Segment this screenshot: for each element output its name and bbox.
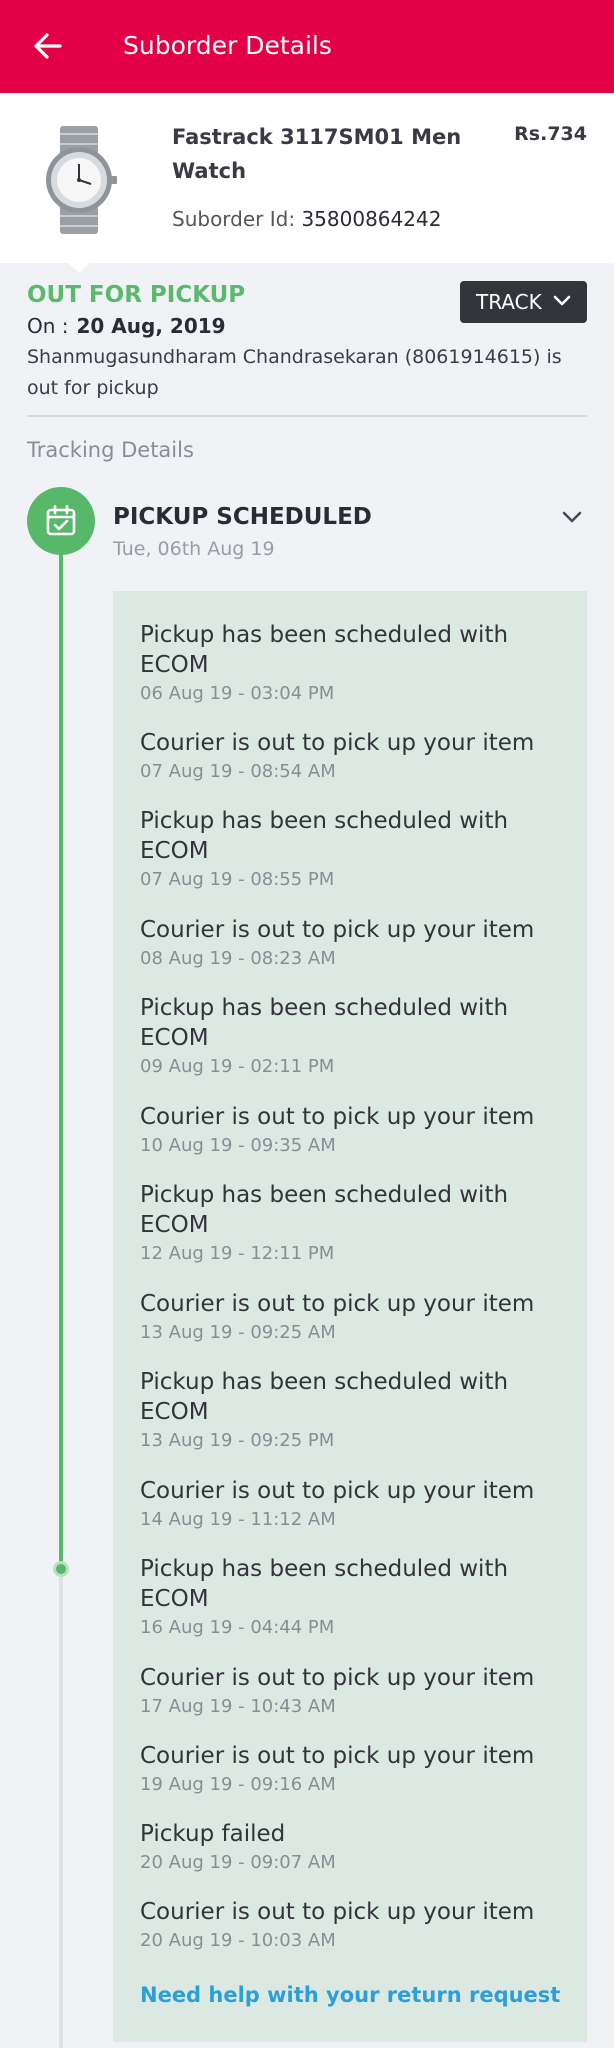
event-title: Courier is out to pick up your item — [140, 1899, 535, 1925]
milestone-date: Tue, 06th Aug 19 — [113, 538, 275, 560]
expand-chevron-icon[interactable] — [560, 505, 584, 533]
event-time: 20 Aug 19 - 09:07 AM — [140, 1852, 336, 1873]
event-time: 10 Aug 19 - 09:35 AM — [140, 1135, 336, 1156]
event-title: Pickup has been scheduled with ECOM — [140, 1369, 509, 1425]
tracking-event: Pickup has been scheduled with ECOM 12 A… — [140, 1180, 560, 1268]
event-time: 08 Aug 19 - 08:23 AM — [140, 948, 336, 969]
event-title: Courier is out to pick up your item — [140, 1743, 535, 1769]
status-title: OUT FOR PICKUP — [27, 282, 246, 308]
event-title: Courier is out to pick up your item — [140, 730, 535, 756]
card-pointer — [68, 263, 90, 273]
tracking-events-panel: Pickup has been scheduled with ECOM 06 A… — [113, 591, 587, 2042]
event-title: Courier is out to pick up your item — [140, 1478, 535, 1504]
event-title: Pickup failed — [140, 1821, 286, 1847]
event-time: 07 Aug 19 - 08:55 PM — [140, 869, 335, 890]
event-title: Pickup has been scheduled with ECOM — [140, 1182, 509, 1238]
calendar-check-icon — [46, 505, 76, 536]
tracking-event: Courier is out to pick up your item 17 A… — [140, 1663, 560, 1721]
return-help-link[interactable]: Need help with your return request — [140, 1980, 560, 2010]
track-button-label: TRACK — [476, 290, 542, 314]
status-on-date: 20 Aug, 2019 — [76, 314, 226, 338]
status-date: On : 20 Aug, 2019 — [27, 311, 226, 341]
event-time: 06 Aug 19 - 03:04 PM — [140, 683, 335, 704]
event-title: Pickup has been scheduled with ECOM — [140, 995, 509, 1051]
tracking-event: Pickup has been scheduled with ECOM 06 A… — [140, 620, 560, 708]
product-card: Fastrack 3117SM01 Men Watch Rs.734 Subor… — [0, 93, 614, 263]
divider — [27, 415, 587, 417]
chevron-down-icon — [553, 295, 571, 306]
event-title: Courier is out to pick up your item — [140, 1291, 535, 1317]
tracking-event: Courier is out to pick up your item 20 A… — [140, 1897, 560, 1955]
track-button[interactable]: TRACK — [460, 281, 587, 323]
event-time: 16 Aug 19 - 04:44 PM — [140, 1617, 335, 1638]
product-image[interactable] — [38, 126, 120, 234]
tracking-event: Pickup has been scheduled with ECOM 07 A… — [140, 806, 560, 894]
event-time: 13 Aug 19 - 09:25 AM — [140, 1322, 336, 1343]
milestone-title: PICKUP SCHEDULED — [113, 504, 372, 530]
suborder-id: Suborder Id: 35800864242 — [172, 205, 441, 233]
event-title: Courier is out to pick up your item — [140, 1665, 535, 1691]
product-name[interactable]: Fastrack 3117SM01 Men Watch — [172, 120, 472, 188]
back-arrow-icon[interactable] — [30, 28, 66, 64]
event-title: Pickup has been scheduled with ECOM — [140, 808, 509, 864]
event-time: 12 Aug 19 - 12:11 PM — [140, 1243, 335, 1264]
tracking-event: Pickup has been scheduled with ECOM 13 A… — [140, 1367, 560, 1455]
tracking-event: Courier is out to pick up your item 19 A… — [140, 1741, 560, 1799]
tracking-event: Pickup has been scheduled with ECOM 16 A… — [140, 1554, 560, 1642]
event-time: 20 Aug 19 - 10:03 AM — [140, 1930, 336, 1951]
event-title: Courier is out to pick up your item — [140, 1104, 535, 1130]
event-time: 14 Aug 19 - 11:12 AM — [140, 1509, 336, 1530]
event-time: 19 Aug 19 - 09:16 AM — [140, 1774, 336, 1795]
page-title: Suborder Details — [123, 31, 332, 60]
suborder-value: 35800864242 — [301, 207, 442, 231]
suborder-label: Suborder Id: — [172, 207, 296, 231]
timeline-progress — [59, 520, 63, 1568]
tracking-event: Courier is out to pick up your item 14 A… — [140, 1476, 560, 1534]
event-time: 07 Aug 19 - 08:54 AM — [140, 761, 336, 782]
timeline-progress-dot — [53, 1561, 69, 1577]
tracking-event: Courier is out to pick up your item 13 A… — [140, 1289, 560, 1347]
milestone-badge — [27, 487, 95, 555]
event-time: 09 Aug 19 - 02:11 PM — [140, 1056, 335, 1077]
tracking-event: Courier is out to pick up your item 08 A… — [140, 915, 560, 973]
product-price: Rs.734 — [514, 123, 587, 145]
tracking-event: Courier is out to pick up your item 10 A… — [140, 1102, 560, 1160]
tracking-details-label: Tracking Details — [27, 438, 194, 462]
status-on-label: On : — [27, 314, 69, 338]
tracking-event: Pickup failed 20 Aug 19 - 09:07 AM — [140, 1819, 560, 1877]
event-title: Pickup has been scheduled with ECOM — [140, 1556, 509, 1612]
tracking-event: Pickup has been scheduled with ECOM 09 A… — [140, 993, 560, 1081]
event-title: Pickup has been scheduled with ECOM — [140, 622, 509, 678]
tracking-event: Courier is out to pick up your item 07 A… — [140, 728, 560, 786]
status-message: Shanmugasundharam Chandrasekaran (806191… — [27, 346, 562, 399]
event-time: 17 Aug 19 - 10:43 AM — [140, 1696, 336, 1717]
event-time: 13 Aug 19 - 09:25 PM — [140, 1430, 335, 1451]
event-title: Courier is out to pick up your item — [140, 917, 535, 943]
app-header: Suborder Details — [0, 0, 614, 93]
